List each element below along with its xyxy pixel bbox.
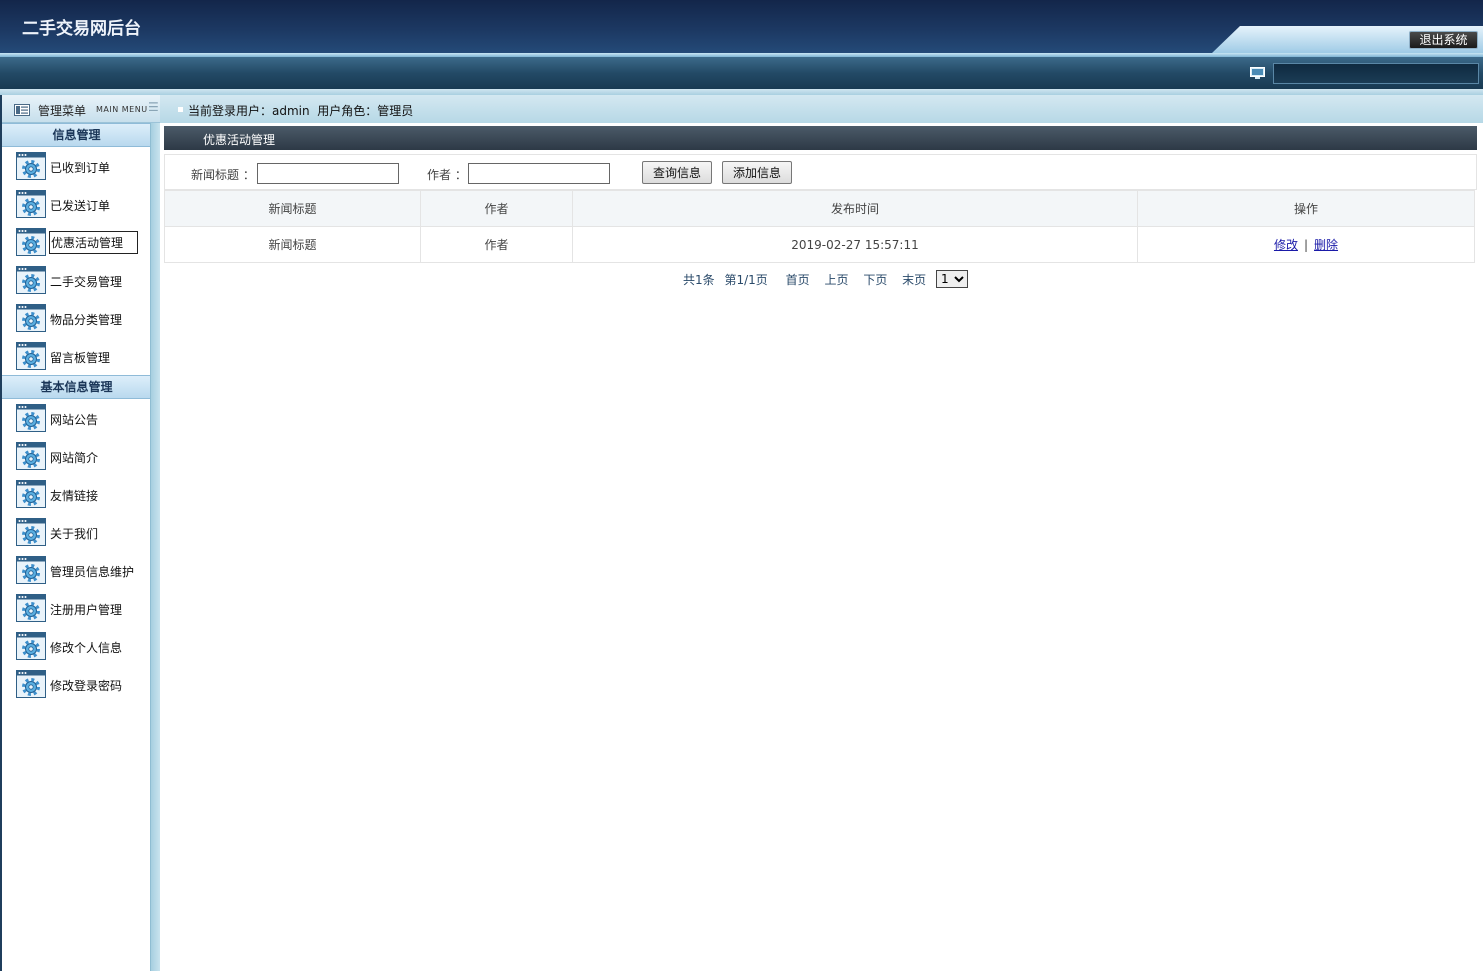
cell-author: 作者	[420, 226, 573, 263]
pager-first[interactable]: 首页	[786, 271, 810, 288]
sidebar-item-label[interactable]: 二手交易管理	[49, 272, 123, 291]
cell-time: 2019-02-27 15:57:11	[572, 226, 1138, 263]
delete-link[interactable]: 删除	[1314, 238, 1338, 252]
sidebar-item-label[interactable]: 管理员信息维护	[49, 562, 135, 581]
column-header-actions: 操作	[1137, 190, 1475, 227]
pager-page-info: 第1/1页	[724, 272, 768, 287]
sidebar-item-label[interactable]: 已收到订单	[49, 158, 111, 177]
monitor-icon	[1250, 67, 1265, 79]
pager-last[interactable]: 末页	[902, 271, 926, 288]
sidebar-subtitle: MAIN MENU	[96, 105, 148, 114]
menu-group-basic-info[interactable]: 基本信息管理	[2, 375, 151, 399]
gear-icon	[16, 152, 46, 180]
gear-icon	[16, 190, 46, 218]
gear-icon	[16, 442, 46, 470]
status-bullet	[178, 107, 183, 112]
menu-list-icon	[14, 104, 30, 116]
title-search-input[interactable]	[257, 163, 399, 184]
pager-prev[interactable]: 上页	[824, 271, 848, 288]
author-field-label: 作者 ：	[427, 168, 467, 182]
sidebar-item-sent-orders[interactable]: 已发送订单	[2, 185, 151, 223]
action-separator: |	[1303, 238, 1309, 252]
logout-button[interactable]: 退出系统	[1409, 31, 1478, 49]
table-row: 新闻标题 作者 2019-02-27 15:57:11 修改 | 删除	[164, 226, 1475, 263]
column-header-author: 作者	[420, 190, 573, 227]
query-button[interactable]: 查询信息	[642, 161, 712, 184]
main-content: 当前登录用户：admin 用户角色：管理员 优惠活动管理 新闻标题 ： 作者 ：…	[160, 95, 1483, 971]
sidebar-item-label[interactable]: 网站公告	[49, 410, 99, 429]
sidebar-item-label[interactable]: 已发送订单	[49, 196, 111, 215]
app-title: 二手交易网后台	[22, 19, 141, 39]
gear-icon	[16, 556, 46, 584]
sidebar-item-site-intro[interactable]: 网站简介	[2, 437, 151, 475]
gear-icon	[16, 632, 46, 660]
sidebar-item-label[interactable]: 注册用户管理	[49, 600, 123, 619]
search-form: 新闻标题 ： 作者 ： 查询信息 添加信息	[164, 154, 1477, 190]
sidebar-header: 管理菜单 MAIN MENU ☰	[2, 95, 160, 123]
toolbar	[0, 57, 1483, 89]
page-select[interactable]: 1	[936, 270, 968, 288]
table-header-row: 新闻标题 作者 发布时间 操作	[164, 190, 1475, 227]
cell-title: 新闻标题	[164, 226, 421, 263]
status-bar: 当前登录用户：admin 用户角色：管理员	[160, 95, 1483, 123]
sidebar-item-announcements[interactable]: 网站公告	[2, 399, 151, 437]
sidebar-item-label[interactable]: 修改登录密码	[49, 676, 123, 695]
panel-title-bar: 优惠活动管理	[164, 126, 1477, 150]
add-button[interactable]: 添加信息	[722, 161, 792, 184]
current-user-status: 当前登录用户：admin 用户角色：管理员	[188, 104, 414, 118]
menu-group-info[interactable]: 信息管理	[2, 123, 151, 147]
pager-total: 共1条	[683, 272, 715, 287]
page-title: 优惠活动管理	[203, 133, 276, 147]
sidebar-splitter[interactable]	[150, 123, 160, 971]
sidebar-item-promotions[interactable]: 优惠活动管理	[2, 223, 151, 261]
sidebar-menu: 信息管理 已收到订单 已发送订单 优惠活动管理 二手交易管理 物品分类管理 留言…	[2, 123, 151, 971]
column-header-time: 发布时间	[572, 190, 1138, 227]
sidebar-item-categories[interactable]: 物品分类管理	[2, 299, 151, 337]
gear-icon	[16, 342, 46, 370]
gear-icon	[16, 228, 46, 256]
sidebar-item-label[interactable]: 修改个人信息	[49, 638, 123, 657]
pagination: 共1条 第1/1页 首页 上页 下页 末页 1	[683, 270, 968, 290]
sidebar-item-label[interactable]: 留言板管理	[49, 348, 111, 367]
sidebar-item-edit-profile[interactable]: 修改个人信息	[2, 627, 151, 665]
app-header: 二手交易网后台 退出系统	[0, 0, 1483, 53]
sidebar-item-label[interactable]: 物品分类管理	[49, 310, 123, 329]
sidebar-item-admin-info[interactable]: 管理员信息维护	[2, 551, 151, 589]
pager-next[interactable]: 下页	[863, 271, 887, 288]
gear-icon	[16, 518, 46, 546]
title-field-label: 新闻标题 ：	[191, 168, 255, 182]
sidebar-item-label[interactable]: 优惠活动管理	[49, 231, 139, 254]
gear-icon	[16, 304, 46, 332]
sidebar-item-message-board[interactable]: 留言板管理	[2, 337, 151, 375]
edit-link[interactable]: 修改	[1274, 238, 1298, 252]
cell-actions: 修改 | 删除	[1137, 226, 1475, 263]
gear-icon	[16, 670, 46, 698]
sidebar-title: 管理菜单	[38, 104, 87, 118]
author-search-input[interactable]	[468, 163, 610, 184]
gear-icon	[16, 594, 46, 622]
sidebar-item-label[interactable]: 关于我们	[49, 524, 99, 543]
toolbar-field	[1273, 63, 1479, 84]
column-header-title: 新闻标题	[164, 190, 421, 227]
gear-icon	[16, 266, 46, 294]
sidebar: 管理菜单 MAIN MENU ☰ 信息管理 已收到订单 已发送订单 优惠活动管理…	[0, 95, 160, 971]
sidebar-item-label[interactable]: 友情链接	[49, 486, 99, 505]
sidebar-item-friend-links[interactable]: 友情链接	[2, 475, 151, 513]
sidebar-item-about-us[interactable]: 关于我们	[2, 513, 151, 551]
sidebar-item-received-orders[interactable]: 已收到订单	[2, 147, 151, 185]
sidebar-item-label[interactable]: 网站简介	[49, 448, 99, 467]
gear-icon	[16, 404, 46, 432]
promotions-table: 新闻标题 作者 发布时间 操作 新闻标题 作者 2019-02-27 15:57…	[164, 190, 1475, 263]
sidebar-item-secondhand-trades[interactable]: 二手交易管理	[2, 261, 151, 299]
sidebar-item-registered-users[interactable]: 注册用户管理	[2, 589, 151, 627]
gear-icon	[16, 480, 46, 508]
sidebar-item-change-password[interactable]: 修改登录密码	[2, 665, 151, 703]
collapse-menu-icon[interactable]: ☰	[148, 100, 159, 114]
